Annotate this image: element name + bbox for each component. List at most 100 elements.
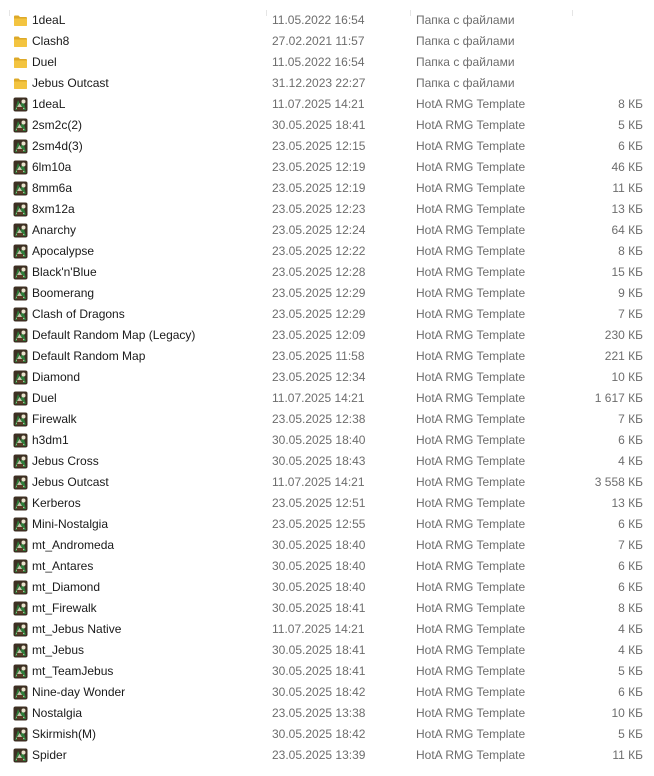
file-rows: 1deaL 11.05.2022 16:54 Папка с файлами C… (0, 10, 654, 766)
file-row[interactable]: Default Random Map (Legacy) 23.05.2025 1… (0, 325, 654, 346)
file-size: 4 КБ (618, 454, 643, 468)
file-date-modified: 11.07.2025 14:21 (272, 391, 365, 405)
file-date-modified: 11.07.2025 14:21 (272, 475, 365, 489)
file-date-modified: 23.05.2025 12:38 (272, 412, 366, 426)
folder-icon (13, 55, 28, 70)
file-row[interactable]: Clash8 27.02.2021 11:57 Папка с файлами (0, 31, 654, 52)
hota-template-icon (13, 496, 28, 511)
file-row[interactable]: Skirmish(M) 30.05.2025 18:42 HotA RMG Te… (0, 724, 654, 745)
file-date-modified: 30.05.2025 18:41 (272, 601, 366, 615)
file-row[interactable]: Nine-day Wonder 30.05.2025 18:42 HotA RM… (0, 682, 654, 703)
file-row[interactable]: Duel 11.05.2022 16:54 Папка с файлами (0, 52, 654, 73)
file-row[interactable]: Apocalypse 23.05.2025 12:22 HotA RMG Tem… (0, 241, 654, 262)
file-type: HotA RMG Template (416, 349, 526, 363)
file-name: Skirmish(M) (32, 727, 96, 741)
file-name: 6lm10a (32, 160, 72, 174)
file-row[interactable]: Nostalgia 23.05.2025 13:38 HotA RMG Temp… (0, 703, 654, 724)
file-row[interactable]: Mini-Nostalgia 23.05.2025 12:55 HotA RMG… (0, 514, 654, 535)
file-row[interactable]: mt_Firewalk 30.05.2025 18:41 HotA RMG Te… (0, 598, 654, 619)
file-size: 46 КБ (611, 160, 643, 174)
file-row[interactable]: mt_Diamond 30.05.2025 18:40 HotA RMG Tem… (0, 577, 654, 598)
file-date-modified: 30.05.2025 18:41 (272, 643, 366, 657)
file-date-modified: 23.05.2025 12:34 (272, 370, 366, 384)
file-row[interactable]: 8xm12a 23.05.2025 12:23 HotA RMG Templat… (0, 199, 654, 220)
file-name: 2sm4d(3) (32, 139, 83, 153)
file-size: 10 КБ (611, 706, 643, 720)
file-date-modified: 23.05.2025 12:22 (272, 244, 366, 258)
hota-template-icon (13, 580, 28, 595)
file-name: Spider (32, 748, 67, 762)
file-row[interactable]: mt_Antares 30.05.2025 18:40 HotA RMG Tem… (0, 556, 654, 577)
file-size: 6 КБ (618, 559, 643, 573)
file-type: HotA RMG Template (416, 496, 526, 510)
file-date-modified: 23.05.2025 12:19 (272, 181, 366, 195)
file-name: Default Random Map (32, 349, 146, 363)
file-date-modified: 11.07.2025 14:21 (272, 622, 365, 636)
file-name: Boomerang (32, 286, 95, 300)
file-row[interactable]: 1deaL 11.07.2025 14:21 HotA RMG Template… (0, 94, 654, 115)
file-type: HotA RMG Template (416, 244, 526, 258)
file-row[interactable]: Kerberos 23.05.2025 12:51 HotA RMG Templ… (0, 493, 654, 514)
file-date-modified: 30.05.2025 18:42 (272, 685, 366, 699)
file-row[interactable]: mt_Jebus 30.05.2025 18:41 HotA RMG Templ… (0, 640, 654, 661)
file-row[interactable]: Jebus Outcast 31.12.2023 22:27 Папка с ф… (0, 73, 654, 94)
file-row[interactable]: mt_TeamJebus 30.05.2025 18:41 HotA RMG T… (0, 661, 654, 682)
file-row[interactable]: Black'n'Blue 23.05.2025 12:28 HotA RMG T… (0, 262, 654, 283)
file-size: 5 КБ (618, 727, 643, 741)
file-row[interactable]: Jebus Outcast 11.07.2025 14:21 HotA RMG … (0, 472, 654, 493)
file-row[interactable]: Anarchy 23.05.2025 12:24 HotA RMG Templa… (0, 220, 654, 241)
file-size: 7 КБ (618, 307, 643, 321)
file-row[interactable]: 2sm2c(2) 30.05.2025 18:41 HotA RMG Templ… (0, 115, 654, 136)
file-size: 5 КБ (618, 664, 643, 678)
file-size: 230 КБ (604, 328, 643, 342)
hota-template-icon (13, 118, 28, 133)
hota-template-icon (13, 286, 28, 301)
file-row[interactable]: 6lm10a 23.05.2025 12:19 HotA RMG Templat… (0, 157, 654, 178)
file-name: Duel (32, 391, 57, 405)
file-row[interactable]: Jebus Cross 30.05.2025 18:43 HotA RMG Te… (0, 451, 654, 472)
hota-template-icon (13, 139, 28, 154)
file-date-modified: 23.05.2025 13:38 (272, 706, 366, 720)
file-date-modified: 23.05.2025 12:23 (272, 202, 366, 216)
file-row[interactable]: Clash of Dragons 23.05.2025 12:29 HotA R… (0, 304, 654, 325)
file-row[interactable]: Firewalk 23.05.2025 12:38 HotA RMG Templ… (0, 409, 654, 430)
file-name: Nine-day Wonder (32, 685, 126, 699)
file-row[interactable]: Boomerang 23.05.2025 12:29 HotA RMG Temp… (0, 283, 654, 304)
file-type: HotA RMG Template (416, 622, 526, 636)
file-size: 5 КБ (618, 118, 643, 132)
file-date-modified: 30.05.2025 18:42 (272, 727, 366, 741)
file-name: Jebus Outcast (32, 76, 109, 90)
file-row[interactable]: 2sm4d(3) 23.05.2025 12:15 HotA RMG Templ… (0, 136, 654, 157)
file-row[interactable]: Duel 11.07.2025 14:21 HotA RMG Template … (0, 388, 654, 409)
file-type: HotA RMG Template (416, 97, 526, 111)
hota-template-icon (13, 328, 28, 343)
file-row[interactable]: mt_Jebus Native 11.07.2025 14:21 HotA RM… (0, 619, 654, 640)
file-row[interactable]: 1deaL 11.05.2022 16:54 Папка с файлами (0, 10, 654, 31)
file-date-modified: 23.05.2025 12:55 (272, 517, 366, 531)
file-row[interactable]: Diamond 23.05.2025 12:34 HotA RMG Templa… (0, 367, 654, 388)
file-date-modified: 30.05.2025 18:43 (272, 454, 366, 468)
file-row[interactable]: 8mm6a 23.05.2025 12:19 HotA RMG Template… (0, 178, 654, 199)
file-date-modified: 30.05.2025 18:40 (272, 559, 366, 573)
file-type: Папка с файлами (416, 34, 515, 48)
file-name: mt_Diamond (32, 580, 101, 594)
file-size: 9 КБ (618, 286, 643, 300)
file-date-modified: 23.05.2025 12:51 (272, 496, 366, 510)
file-date-modified: 11.07.2025 14:21 (272, 97, 365, 111)
file-row[interactable]: Spider 23.05.2025 13:39 HotA RMG Templat… (0, 745, 654, 766)
file-name: Black'n'Blue (32, 265, 97, 279)
file-date-modified: 30.05.2025 18:41 (272, 664, 366, 678)
file-name: Mini-Nostalgia (32, 517, 109, 531)
file-type: HotA RMG Template (416, 601, 526, 615)
file-row[interactable]: mt_Andromeda 30.05.2025 18:40 HotA RMG T… (0, 535, 654, 556)
file-type: HotA RMG Template (416, 118, 526, 132)
file-row[interactable]: h3dm1 30.05.2025 18:40 HotA RMG Template… (0, 430, 654, 451)
file-size: 4 КБ (618, 643, 643, 657)
file-type: HotA RMG Template (416, 475, 526, 489)
file-row[interactable]: Default Random Map 23.05.2025 11:58 HotA… (0, 346, 654, 367)
hota-template-icon (13, 664, 28, 679)
file-date-modified: 23.05.2025 12:29 (272, 286, 366, 300)
file-size: 6 КБ (618, 685, 643, 699)
hota-template-icon (13, 559, 28, 574)
file-type: HotA RMG Template (416, 706, 526, 720)
